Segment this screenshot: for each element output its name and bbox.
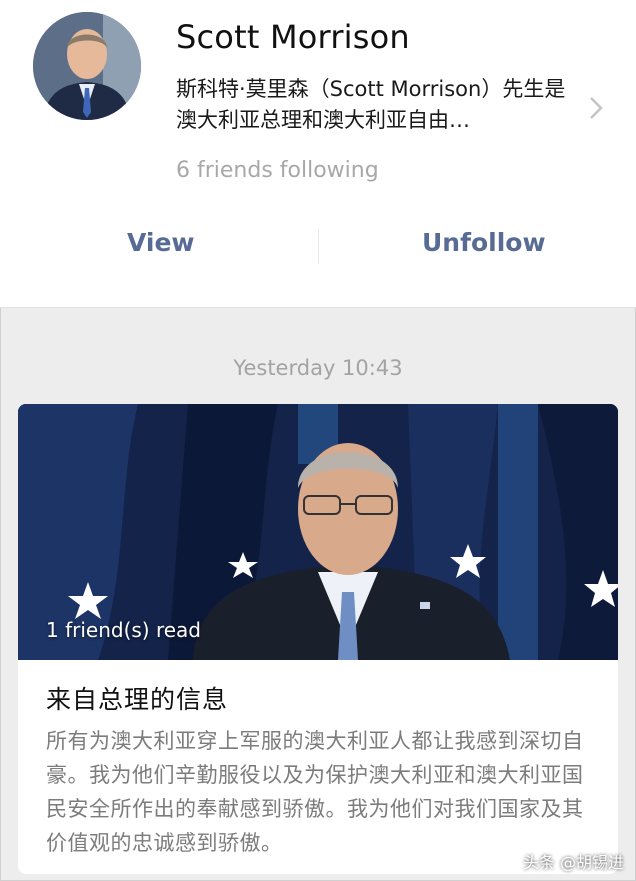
article-card[interactable]: 1 friend(s) read 来自总理的信息 所有为澳大利亚穿上军服的澳大利…	[18, 404, 618, 874]
article-excerpt: 所有为澳大利亚穿上军服的澳大利亚人都让我感到深切自豪。我为他们辛勤服役以及为保护…	[46, 729, 584, 855]
action-divider	[318, 230, 319, 264]
account-name: Scott Morrison	[176, 18, 410, 56]
article-cover-image: 1 friend(s) read	[18, 404, 618, 660]
article-title: 来自总理的信息	[46, 685, 229, 714]
watermark: 头条 @胡锡进	[522, 853, 624, 872]
friends-following-count: 6 friends following	[176, 158, 379, 183]
view-button[interactable]: View	[127, 228, 195, 257]
chevron-right-icon[interactable]	[588, 95, 604, 121]
profile-avatar[interactable]	[33, 12, 141, 120]
message-timestamp: Yesterday 10:43	[233, 356, 403, 380]
friends-read-count: 1 friend(s) read	[46, 618, 201, 642]
unfollow-button[interactable]: Unfollow	[422, 228, 546, 257]
account-bio[interactable]: 斯科特·莫里森（Scott Morrison）先生是澳大利亚总理和澳大利亚自由…	[176, 74, 578, 136]
official-account-profile-card: Scott Morrison 斯科特·莫里森（Scott Morrison）先生…	[0, 0, 636, 308]
